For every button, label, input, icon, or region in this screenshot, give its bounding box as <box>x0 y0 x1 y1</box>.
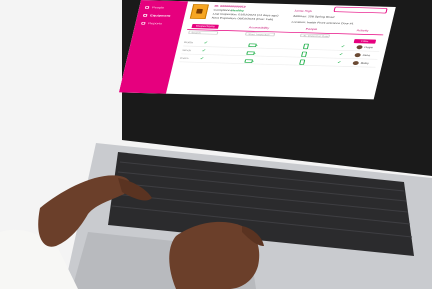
check-icon: ✓ <box>338 52 344 57</box>
tab-inspections[interactable]: Inspections <box>191 24 220 29</box>
sidebar-item-people[interactable]: People <box>144 5 165 10</box>
sidebar-item-reports[interactable]: Reports <box>141 21 162 25</box>
equipment-image <box>189 4 209 20</box>
equipment-id: ID: 0000000000012 <box>214 4 246 9</box>
avatar <box>354 53 362 58</box>
row-label: Extra <box>180 56 189 60</box>
extinguisher-icon <box>302 43 310 50</box>
equipment-icon <box>143 13 148 17</box>
check-icon: ✓ <box>201 48 207 53</box>
photo-scene: People Equipment Reports ID: 00000000000… <box>0 0 432 289</box>
extinguisher-icon <box>300 51 308 58</box>
extinguisher-icon <box>299 59 306 65</box>
compliance-status: Healthy <box>230 9 245 13</box>
battery-icon <box>248 43 257 48</box>
battery-icon <box>246 51 255 55</box>
start-date-field[interactable]: Start: Inspection <box>244 32 276 37</box>
address: Address: 258 Spring Road <box>292 14 335 19</box>
filter-search-field[interactable]: Search <box>188 30 219 35</box>
check-icon: ✓ <box>199 56 205 61</box>
person-name: Jane <box>362 53 371 57</box>
reports-icon <box>141 21 146 25</box>
battery-icon <box>244 59 254 63</box>
avatar <box>352 60 360 66</box>
check-icon: ✓ <box>203 40 209 46</box>
check-icon: ✓ <box>336 60 342 65</box>
people-icon <box>144 5 150 9</box>
owner-name[interactable]: Jamie High <box>294 10 312 13</box>
sidebar-item-label: People <box>151 5 165 10</box>
sidebar-item-equipment[interactable]: Equipment <box>143 13 171 17</box>
row-label: Bottle <box>183 41 194 44</box>
person-name: Ruby <box>360 61 370 65</box>
sidebar-item-label: Equipment <box>149 13 171 18</box>
tab-activity[interactable]: Activity <box>356 29 368 32</box>
main-content: ID: 0000000000012 Compliance: Healthy La… <box>166 1 396 99</box>
filter-button[interactable]: Filter <box>353 39 377 44</box>
sidebar-item-label: Reports <box>147 21 163 26</box>
person-name: Hope <box>364 46 374 49</box>
tab-people[interactable]: People <box>305 28 317 31</box>
row-label: Stock <box>181 48 192 52</box>
check-icon: ✓ <box>340 44 346 49</box>
tab-accessibility[interactable]: Accessibility <box>249 26 270 29</box>
end-date-field[interactable]: To: Inspection Date <box>299 33 331 38</box>
laptop-screen: People Equipment Reports ID: 00000000000… <box>118 0 396 100</box>
next-expiration: Next Expiration: 06/02/2023 (Due: 1wk) <box>211 16 274 21</box>
avatar <box>356 45 363 50</box>
search-input[interactable] <box>333 6 388 14</box>
location: Location: Inside Front entrance Door #1 <box>291 20 354 26</box>
